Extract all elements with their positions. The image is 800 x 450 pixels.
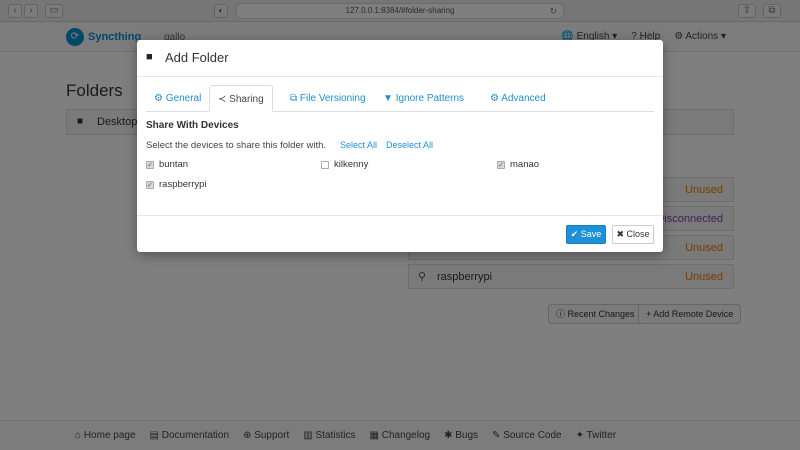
checkbox[interactable] — [321, 160, 329, 169]
tab-file-versioning[interactable]: ⧉ File Versioning — [282, 85, 374, 112]
select-all-link[interactable]: Select All — [340, 140, 377, 150]
tab-advanced[interactable]: ⚙ Advanced — [482, 85, 554, 112]
add-folder-dialog: ■ Add Folder ⚙ General ≺ Sharing ⧉ File … — [137, 40, 663, 252]
share-description: Select the devices to share this folder … — [146, 140, 327, 151]
deselect-all-link[interactable]: Deselect All — [386, 140, 433, 150]
device-checkbox-kilkenny[interactable]: kilkenny — [321, 159, 368, 170]
share-heading: Share With Devices — [146, 120, 239, 131]
tab-sharing[interactable]: ≺ Sharing — [209, 85, 273, 112]
gear-icon: ⚙ — [154, 93, 163, 104]
share-icon: ≺ — [218, 94, 227, 105]
folder-icon: ■ — [146, 51, 153, 63]
tab-general[interactable]: ⚙ General — [146, 85, 209, 112]
copy-icon: ⧉ — [290, 93, 298, 104]
checkbox[interactable]: ✓ — [146, 180, 154, 189]
save-button[interactable]: ✔ Save — [566, 225, 606, 244]
tab-ignore-patterns[interactable]: ▼ Ignore Patterns — [375, 85, 472, 112]
checkbox[interactable]: ✓ — [146, 160, 154, 169]
modal-title: Add Folder — [165, 50, 229, 65]
modal-header: ■ Add Folder — [137, 40, 663, 77]
cogs-icon: ⚙ — [490, 93, 499, 104]
tab-bar: ⚙ General ≺ Sharing ⧉ File Versioning ▼ … — [146, 85, 654, 112]
filter-icon: ▼ — [383, 93, 393, 104]
device-checkbox-manao[interactable]: ✓ manao — [497, 159, 539, 170]
checkbox[interactable]: ✓ — [497, 160, 505, 169]
close-button[interactable]: ✖ Close — [612, 225, 654, 244]
device-checkbox-raspberrypi[interactable]: ✓ raspberrypi — [146, 179, 207, 190]
modal-footer: ✔ Save ✖ Close — [137, 215, 663, 252]
device-checkbox-buntan[interactable]: ✓ buntan — [146, 159, 188, 170]
check-icon: ✔ — [570, 229, 579, 239]
close-icon: ✖ — [616, 229, 624, 239]
